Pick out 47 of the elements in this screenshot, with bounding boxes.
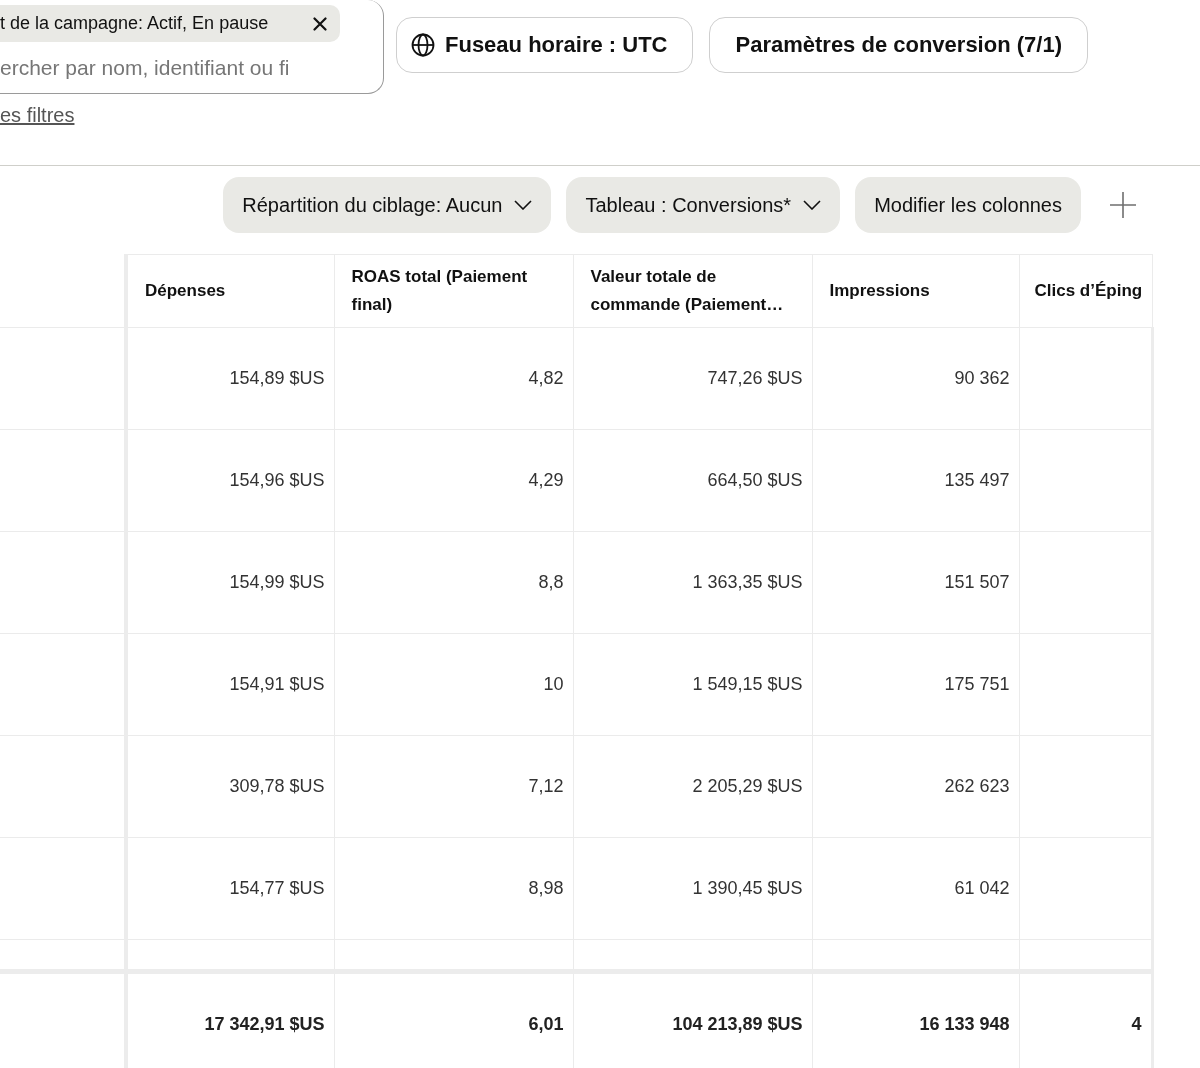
edit-columns-button[interactable]: Modifier les colonnes xyxy=(855,177,1081,233)
conversion-settings-button[interactable]: Paramètres de conversion (7/1) xyxy=(709,17,1088,73)
table-cell: 154,77 $US xyxy=(126,837,334,940)
globe-icon xyxy=(411,33,435,57)
filter-chip-label: t de la campagne: Actif, En pause xyxy=(0,13,270,34)
column-header[interactable]: Impressions xyxy=(812,254,1019,328)
table-cell: 154,89 $US xyxy=(126,327,334,430)
column-header[interactable]: Valeur totale de commande (Paiement… xyxy=(573,254,812,328)
table-cell: 7,12 xyxy=(334,735,573,838)
table-cell: 151 507 xyxy=(812,531,1019,634)
table-cell: 4,29 xyxy=(334,429,573,532)
table-cell: 1 549,15 $US xyxy=(573,633,812,736)
table-cell: 1 390,45 $US xyxy=(573,837,812,940)
total-cell: 4 xyxy=(1019,971,1152,1068)
table-cell: 154,96 $US xyxy=(126,429,334,532)
chevron-down-icon xyxy=(514,200,533,210)
table-cell: 664,50 $US xyxy=(573,429,812,532)
timezone-button[interactable]: Fuseau horaire : UTC xyxy=(396,17,694,73)
total-cell: 17 342,91 $US xyxy=(126,971,334,1068)
search-field[interactable]: ercher par nom, identifiant ou fi xyxy=(0,55,364,81)
table-cell: 61 042 xyxy=(812,837,1019,940)
plus-icon[interactable] xyxy=(1110,192,1136,218)
total-cell: 104 213,89 $US xyxy=(573,971,812,1068)
table-cell: 154,99 $US xyxy=(126,531,334,634)
table-cell: 175 751 xyxy=(812,633,1019,736)
table-cell: 262 623 xyxy=(812,735,1019,838)
column-header[interactable]: Clics d’Éping xyxy=(1019,254,1152,328)
filters-link[interactable]: es filtres xyxy=(0,104,75,127)
close-icon[interactable] xyxy=(313,16,327,31)
table-cell: 8,98 xyxy=(334,837,573,940)
dropdown-button[interactable]: Tableau : Conversions* xyxy=(566,177,841,233)
dropdown-button[interactable]: Répartition du ciblage: Aucun xyxy=(223,177,552,233)
table-cell: 309,78 $US xyxy=(126,735,334,838)
total-cell: 16 133 948 xyxy=(812,971,1019,1068)
table-cell: 10 xyxy=(334,633,573,736)
table-cell: 90 362 xyxy=(812,327,1019,430)
table-cell: 135 497 xyxy=(812,429,1019,532)
total-cell: 6,01 xyxy=(334,971,573,1068)
column-header[interactable]: ROAS total (Paiement final) xyxy=(334,254,573,328)
table-cell: 8,8 xyxy=(334,531,573,634)
table-cell: 154,91 $US xyxy=(126,633,334,736)
column-header[interactable]: Dépenses xyxy=(126,254,334,328)
table-cell: 1 363,35 $US xyxy=(573,531,812,634)
chevron-down-icon xyxy=(803,200,822,210)
table-cell: 4,82 xyxy=(334,327,573,430)
table-cell: 747,26 $US xyxy=(573,327,812,430)
table-cell: 2 205,29 $US xyxy=(573,735,812,838)
